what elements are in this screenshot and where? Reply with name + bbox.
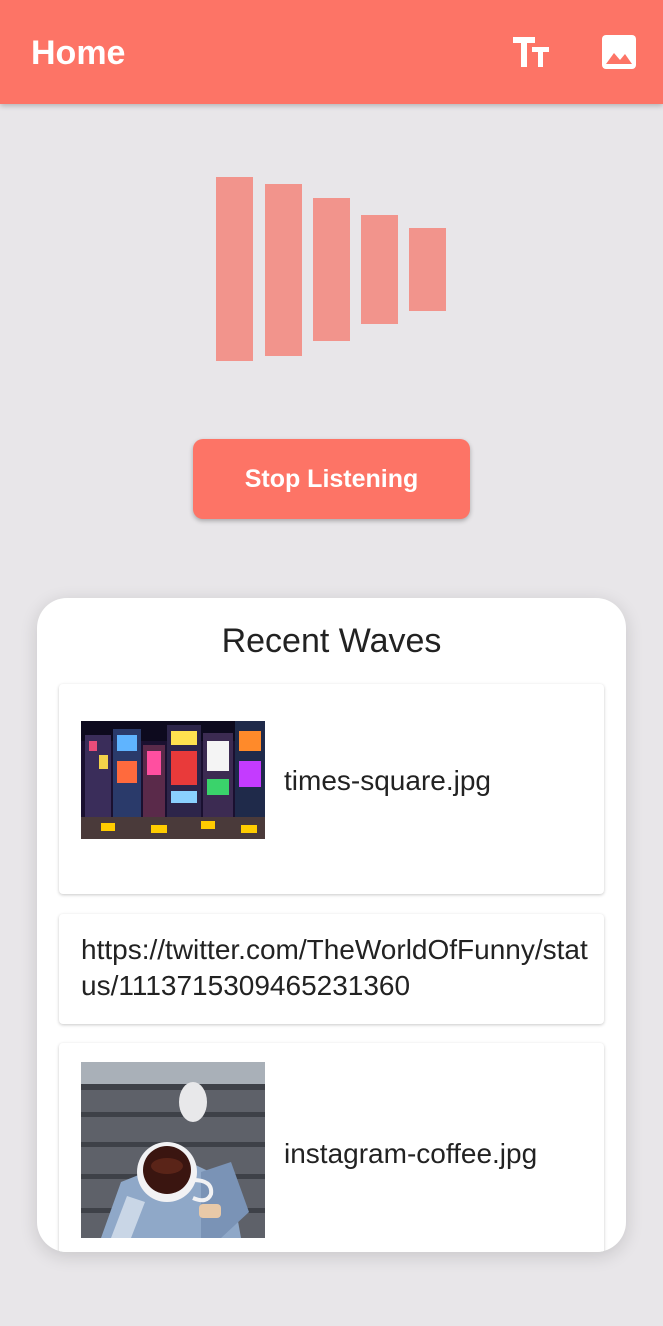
wave-bar <box>313 198 350 341</box>
times-square-thumbnail <box>81 721 265 839</box>
wave-bar <box>409 228 446 311</box>
list-item[interactable]: https://twitter.com/TheWorldOfFunny/stat… <box>59 914 604 1024</box>
wave-visualizer <box>0 0 663 380</box>
list-item[interactable]: instagram-coffee.jpg <box>59 1043 604 1252</box>
coffee-thumbnail <box>81 1062 265 1238</box>
wave-bar <box>216 177 253 361</box>
wave-bar <box>361 215 398 324</box>
wave-file-name: times-square.jpg <box>284 765 491 796</box>
stop-listening-button[interactable]: Stop Listening <box>193 439 470 519</box>
list-item[interactable]: times-square.jpg <box>59 684 604 894</box>
wave-link-text: https://twitter.com/TheWorldOfFunny/stat… <box>81 934 588 1001</box>
wave-file-name: instagram-coffee.jpg <box>284 1138 538 1169</box>
recent-waves-card: Recent Waves times-square.jpg https://tw… <box>37 598 626 1252</box>
wave-bar <box>265 184 302 356</box>
recent-waves-title: Recent Waves <box>221 622 442 660</box>
